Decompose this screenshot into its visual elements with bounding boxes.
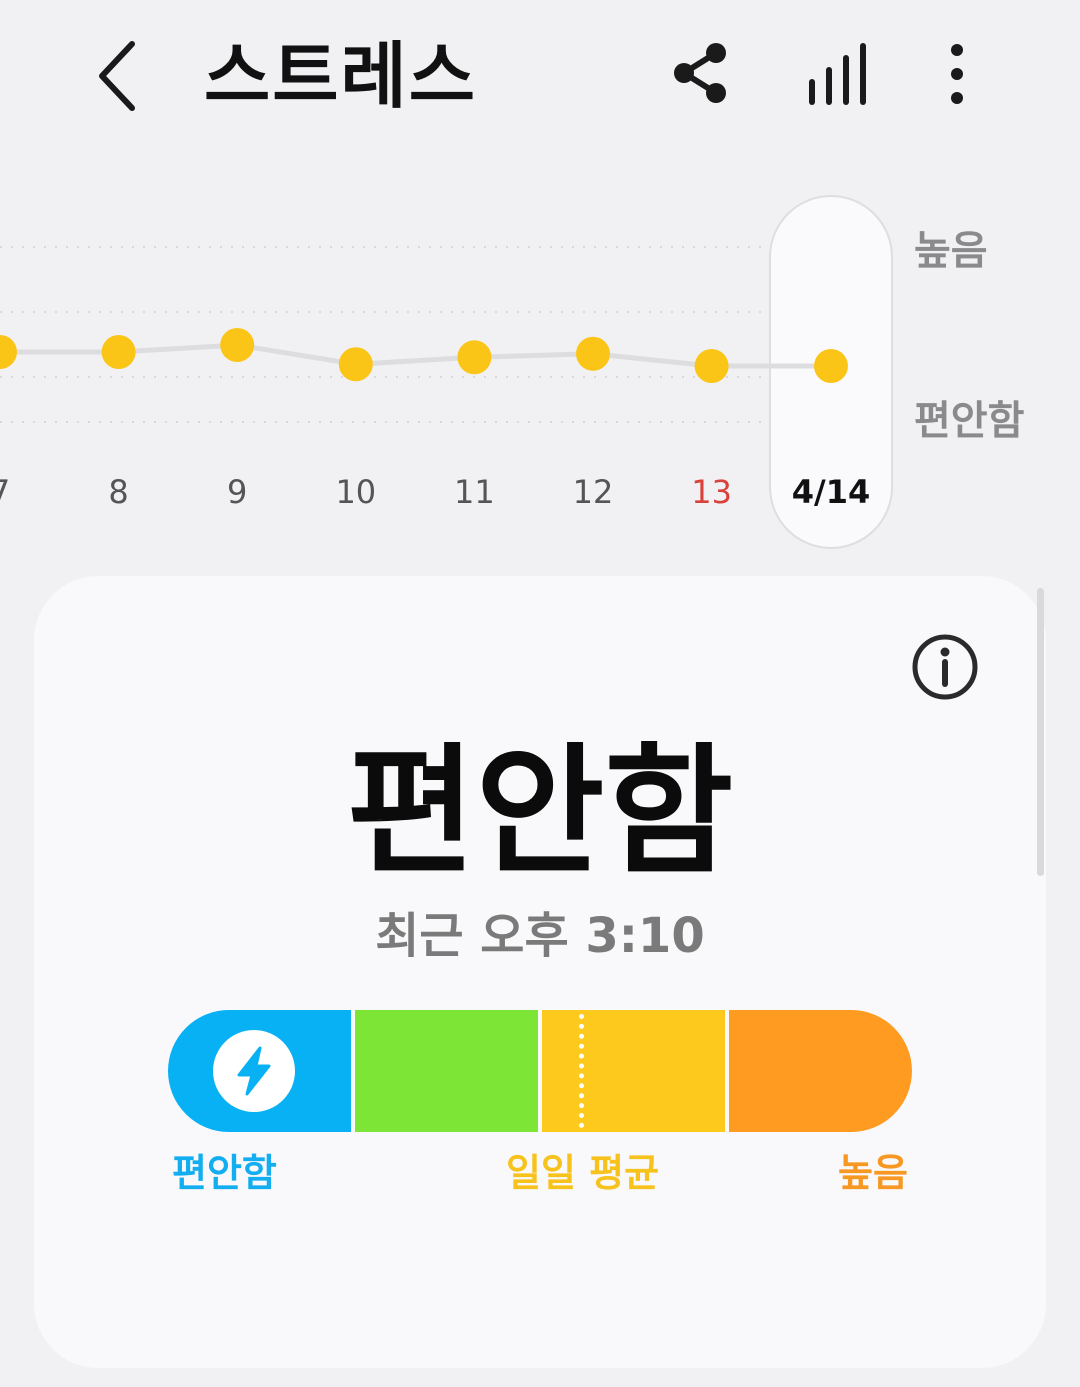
chevron-left-icon [99,41,135,111]
share-button[interactable] [668,40,734,106]
stress-trend-chart: 7 8 9 10 11 12 13 4/14 높음 편안함 [0,150,1080,570]
date-label-10[interactable]: 10 [335,473,376,511]
level-label-high: 높음 [914,228,988,274]
stress-detail-card: 편안함 최근 오후 3:10 편안함 일일 평균 높음 [34,576,1046,1368]
scale-segment-medium [542,1010,725,1132]
data-point-9[interactable] [220,328,255,362]
info-icon [912,634,978,700]
data-point-7[interactable] [0,335,17,369]
date-label-13[interactable]: 13 [691,473,732,511]
level-label-calm: 편안함 [914,398,1025,444]
last-measured-time: 최근 오후 3:10 [375,908,705,964]
scale-label-high: 높음 [838,1151,908,1195]
scale-segment-low [355,1010,538,1132]
scale-label-daily-average: 일일 평균 [506,1151,660,1195]
data-point-12[interactable] [576,336,610,371]
stress-status: 편안함 [346,731,734,894]
data-point-10[interactable] [338,347,373,382]
data-point-4-14[interactable] [814,349,848,383]
data-point-8[interactable] [101,335,136,369]
scale-label-calm: 편안함 [172,1151,277,1195]
page-title: 스트레스 [204,34,477,118]
date-label-9[interactable]: 9 [227,473,247,511]
scrollbar[interactable] [1037,588,1044,876]
daily-average-marker [579,1014,584,1128]
app-bar: 스트레스 [0,0,1080,150]
share-icon [674,43,726,103]
scale-segment-high [729,1010,912,1132]
more-vertical-icon [951,44,963,104]
back-button[interactable] [92,38,152,114]
date-label-11[interactable]: 11 [454,473,495,511]
stress-screen: 스트레스 7 8 9 10 11 12 13 4/14 높음 편안함 편안함 최… [0,0,1080,1387]
data-point-13[interactable] [694,349,729,383]
info-button[interactable] [910,632,980,702]
lightning-bolt-icon [237,1046,271,1096]
data-point-11[interactable] [457,340,492,375]
history-chart-button[interactable] [802,40,872,106]
date-label-8[interactable]: 8 [108,473,128,511]
stress-level-scale [168,1010,912,1132]
date-label-12[interactable]: 12 [573,473,614,511]
date-label-4-14[interactable]: 4/14 [792,473,870,511]
bar-chart-icon [809,43,866,105]
date-label-7[interactable]: 7 [0,473,10,511]
current-level-indicator [213,1030,295,1112]
more-options-button[interactable] [930,40,984,110]
